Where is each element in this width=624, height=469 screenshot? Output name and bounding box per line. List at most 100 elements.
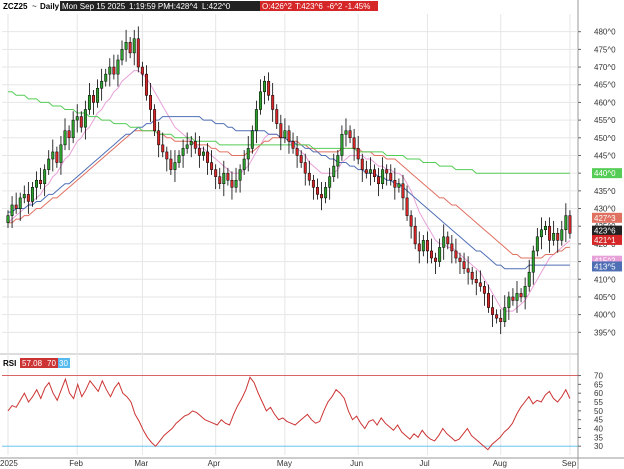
candle-body <box>112 66 116 75</box>
candle-body <box>104 73 108 82</box>
candle-body <box>401 183 405 199</box>
candle-body <box>340 134 344 156</box>
candle-body <box>287 130 291 142</box>
candle-body <box>348 130 352 139</box>
candle-body <box>531 250 535 273</box>
price-tick-label: 460^0 <box>594 98 616 107</box>
rsi-tick-label: 30 <box>594 442 603 451</box>
candle-body <box>470 271 474 280</box>
candle-body <box>417 243 421 252</box>
candle-body <box>393 179 397 188</box>
candle-body <box>185 144 189 149</box>
candle-body <box>381 169 385 185</box>
candle-body <box>226 172 230 181</box>
candle-body <box>548 225 552 241</box>
candle-body <box>67 130 71 139</box>
rsi-ob-label: 70 <box>47 359 56 368</box>
last-value-label: 421^1 <box>594 236 616 245</box>
candle-body <box>303 162 307 174</box>
candle-body <box>165 151 169 160</box>
candle-body <box>92 95 95 103</box>
candle-body <box>438 247 442 262</box>
candle-body <box>35 179 38 188</box>
candle-body <box>149 95 152 110</box>
candle-body <box>539 229 543 238</box>
candle-body <box>446 236 450 245</box>
candle-body <box>218 176 222 185</box>
candle-body <box>552 233 556 241</box>
candle-body <box>157 130 161 146</box>
candle-body <box>18 197 22 209</box>
candle-body <box>495 314 499 319</box>
candle-body <box>564 215 568 230</box>
rsi-tick-label: 40 <box>594 425 603 434</box>
candle-body <box>450 243 454 252</box>
candle-body <box>425 240 429 252</box>
candle-body <box>136 38 140 68</box>
rsi-value: 57.08 <box>22 359 43 368</box>
candle-body <box>201 151 205 156</box>
price-tick-label: 405^0 <box>594 293 616 302</box>
candle-body <box>291 141 295 149</box>
candle-body <box>299 155 303 163</box>
candle-body <box>26 194 30 202</box>
candle-body <box>63 130 67 146</box>
price-tick-label: 430^0 <box>594 205 616 214</box>
rsi-tick-label: 55 <box>594 398 603 407</box>
low-label: L:422^0 <box>202 2 231 11</box>
candle-body <box>385 169 389 174</box>
candle-body <box>523 286 527 298</box>
price-tick-label: 450^0 <box>594 134 616 143</box>
price-tick-label: 470^0 <box>594 63 616 72</box>
candle-body <box>434 257 438 262</box>
candle-body <box>59 144 63 163</box>
candle-body <box>499 317 503 322</box>
time-label: 1:19:59 PM <box>129 2 170 11</box>
last-value-label: 427^3 <box>594 214 616 223</box>
rsi-tick-label: 50 <box>594 407 603 416</box>
price-tick-label: 475^0 <box>594 45 616 54</box>
candle-body <box>246 148 250 160</box>
candle-body <box>511 296 515 301</box>
candle-body <box>560 229 564 241</box>
candle-body <box>177 155 181 163</box>
candle-body <box>132 38 136 54</box>
candle-body <box>466 268 470 273</box>
change-pct-label: -1.45% <box>345 2 370 11</box>
candle-body <box>352 137 356 149</box>
rsi-tick-label: 35 <box>594 433 603 442</box>
price-tick-label: 435^0 <box>594 187 616 196</box>
price-tick-label: 400^0 <box>594 311 616 320</box>
rsi-tick-label: 45 <box>594 416 603 425</box>
candle-body <box>87 95 91 110</box>
candle-body <box>254 109 258 131</box>
candle-body <box>462 261 466 269</box>
candle-body <box>279 123 283 139</box>
candle-body <box>397 183 401 188</box>
price-chart[interactable]: 395^0400^0405^0410^0415^0420^0425^0430^0… <box>0 0 624 469</box>
price-tick-label: 455^0 <box>594 116 616 125</box>
candle-body <box>336 155 340 167</box>
candle-body <box>263 80 267 93</box>
candle-body <box>161 144 165 153</box>
candle-body <box>515 293 519 301</box>
candle-body <box>535 236 539 252</box>
rsi-title: RSI <box>3 359 16 368</box>
month-label: Feb <box>69 459 83 468</box>
candle-body <box>377 176 381 185</box>
candle-body <box>47 158 51 170</box>
candle-body <box>421 240 425 252</box>
candle-body <box>320 194 324 199</box>
month-label: Jul <box>419 459 429 468</box>
candle-body <box>39 179 43 185</box>
month-label: Aug <box>493 459 507 468</box>
candle-body <box>197 148 201 156</box>
candle-body <box>311 179 315 188</box>
candle-body <box>430 250 433 259</box>
rsi-line <box>7 376 571 451</box>
price-tick-label: 465^0 <box>594 81 616 90</box>
candle-body <box>189 141 193 146</box>
candle-body <box>454 250 458 259</box>
candle-body <box>100 80 104 89</box>
last-value-label: 413^5 <box>594 262 616 271</box>
